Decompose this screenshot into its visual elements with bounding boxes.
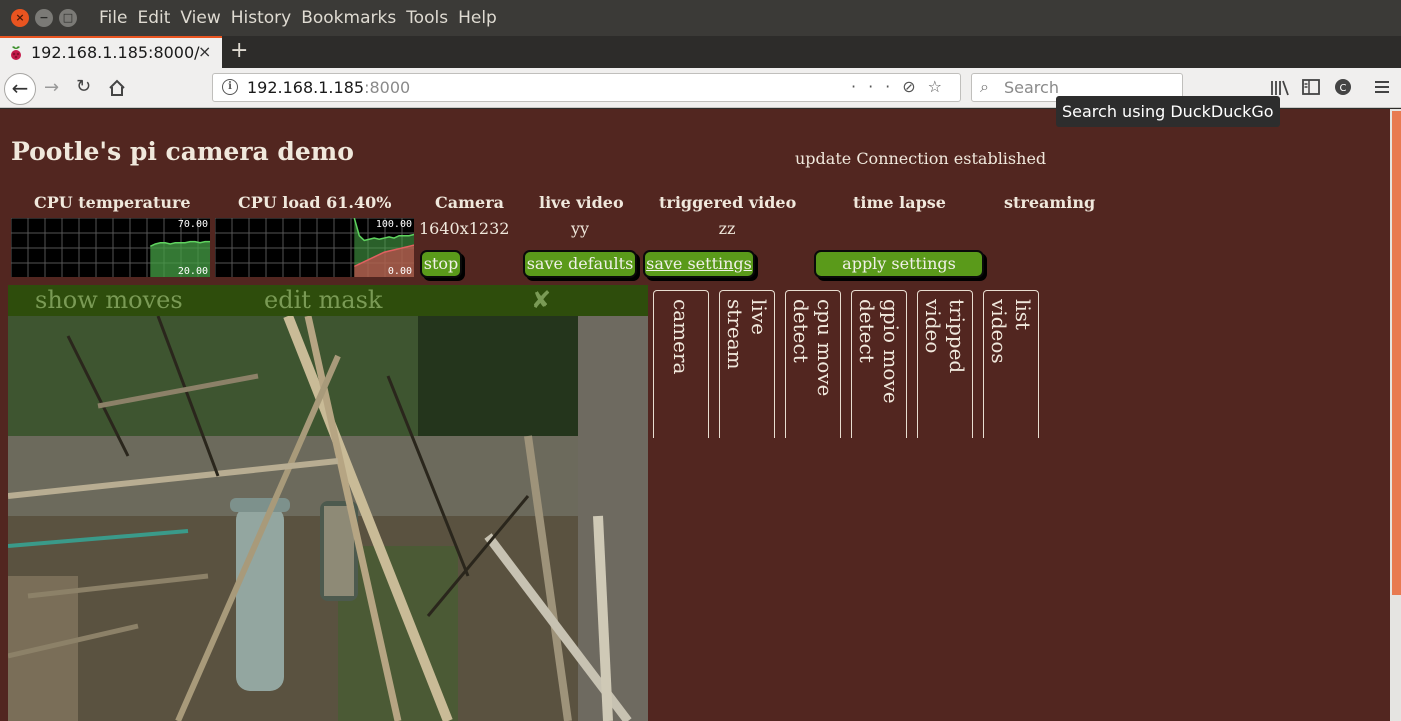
save-settings-button[interactable]: save settings (643, 250, 755, 278)
header-live-video: live video (539, 193, 624, 212)
tab-close-icon[interactable]: × (198, 42, 211, 61)
tab-camera-label: camera (669, 299, 693, 375)
live-video-value: yy (570, 219, 590, 238)
reload-icon[interactable]: ↻ (76, 76, 91, 97)
page-title: Pootle's pi camera demo (11, 137, 354, 166)
tab-list-videos-label: list videos (987, 299, 1035, 364)
tab-strip: 192.168.1.185:8000/ × + (0, 36, 1401, 68)
header-time-lapse: time lapse (853, 193, 946, 212)
menu-tools[interactable]: Tools (406, 0, 448, 36)
library-icon[interactable] (1270, 79, 1290, 97)
forward-arrow-icon[interactable]: → (44, 77, 59, 98)
tab-live-stream[interactable]: live stream (719, 290, 775, 438)
header-camera: Camera (435, 193, 505, 212)
window-maximize-button[interactable]: □ (59, 9, 77, 27)
header-streaming: streaming (1004, 193, 1096, 212)
home-icon[interactable] (108, 79, 126, 97)
header-cpu-temperature: CPU temperature (34, 193, 191, 212)
scrollbar-thumb[interactable] (1392, 111, 1401, 595)
tab-cpu-move-detect-label: cpu move detect (789, 299, 837, 397)
extension-icon[interactable]: C (1334, 78, 1352, 96)
triggered-video-value: zz (718, 219, 736, 238)
camera-feed-image (8, 316, 648, 721)
load-max-label: 100.00 (375, 219, 412, 230)
menu-bookmarks[interactable]: Bookmarks (301, 0, 396, 36)
header-triggered-video: triggered video (659, 193, 797, 212)
page-content: Pootle's pi camera demo update Connectio… (0, 109, 1390, 721)
back-arrow-icon[interactable]: ← (4, 73, 36, 105)
url-host: 192.168.1.185 (247, 78, 365, 97)
stop-button[interactable]: stop (420, 250, 462, 278)
cpu-load-graph: 100.00 0.00 (215, 218, 414, 277)
search-placeholder: Search (1004, 78, 1059, 97)
menu-history[interactable]: History (231, 0, 291, 36)
tab-gpio-move-detect[interactable]: gpio move detect (851, 290, 907, 438)
new-tab-button[interactable]: + (230, 38, 248, 63)
tab-title: 192.168.1.185:8000/ (31, 43, 200, 62)
save-defaults-button[interactable]: save defaults (523, 250, 637, 278)
url-bar[interactable]: i 192.168.1.185:8000 ···⊘☆ (212, 73, 961, 102)
menu-edit[interactable]: Edit (137, 0, 170, 36)
url-actions-icons[interactable]: ···⊘☆ (851, 77, 954, 96)
hamburger-menu-icon[interactable] (1374, 80, 1390, 94)
header-cpu-load: CPU load 61.40% (238, 193, 392, 212)
temp-min-label: 20.00 (177, 266, 208, 277)
apply-settings-button[interactable]: apply settings (814, 250, 984, 278)
tab-tripped-video-label: tripped video (921, 299, 969, 374)
menu-help[interactable]: Help (458, 0, 497, 36)
url-text: 192.168.1.185:8000 (247, 78, 410, 97)
tab-live-stream-label: live stream (723, 299, 771, 370)
sidebar-icon[interactable] (1302, 79, 1320, 95)
tab-cpu-move-detect[interactable]: cpu move detect (785, 290, 841, 438)
tab-gpio-move-detect-label: gpio move detect (855, 299, 903, 404)
camera-toolbar: show moves edit mask ✘ (8, 285, 648, 316)
show-moves-button[interactable]: show moves (35, 286, 183, 314)
close-overlay-icon[interactable]: ✘ (531, 286, 551, 314)
search-tooltip: Search using DuckDuckGo (1056, 96, 1280, 127)
load-min-label: 0.00 (387, 266, 412, 277)
temp-max-label: 70.00 (177, 219, 208, 230)
connection-status: update Connection established (795, 149, 1047, 168)
camera-scene (8, 316, 648, 721)
url-port: :8000 (364, 78, 411, 97)
cpu-temperature-graph: 70.00 20.00 (11, 218, 210, 277)
window-titlebar: × − □ File Edit View History Bookmarks T… (0, 0, 1401, 36)
tab-list-videos[interactable]: list videos (983, 290, 1039, 438)
menu-bar: File Edit View History Bookmarks Tools H… (99, 0, 507, 36)
menu-view[interactable]: View (180, 0, 220, 36)
site-info-icon[interactable]: i (222, 79, 238, 95)
window-close-button[interactable]: × (11, 9, 29, 27)
search-icon: ⌕ (980, 77, 989, 96)
raspberry-pi-icon (11, 46, 21, 60)
browser-tab[interactable]: 192.168.1.185:8000/ × (0, 36, 222, 68)
edit-mask-button[interactable]: edit mask (264, 286, 382, 314)
menu-file[interactable]: File (99, 0, 127, 36)
page-scrollbar[interactable] (1390, 109, 1401, 721)
tab-camera[interactable]: camera (653, 290, 709, 438)
camera-resolution: 1640x1232 (419, 219, 510, 238)
svg-text:C: C (1340, 83, 1347, 94)
window-minimize-button[interactable]: − (35, 9, 53, 27)
tab-tripped-video[interactable]: tripped video (917, 290, 973, 438)
